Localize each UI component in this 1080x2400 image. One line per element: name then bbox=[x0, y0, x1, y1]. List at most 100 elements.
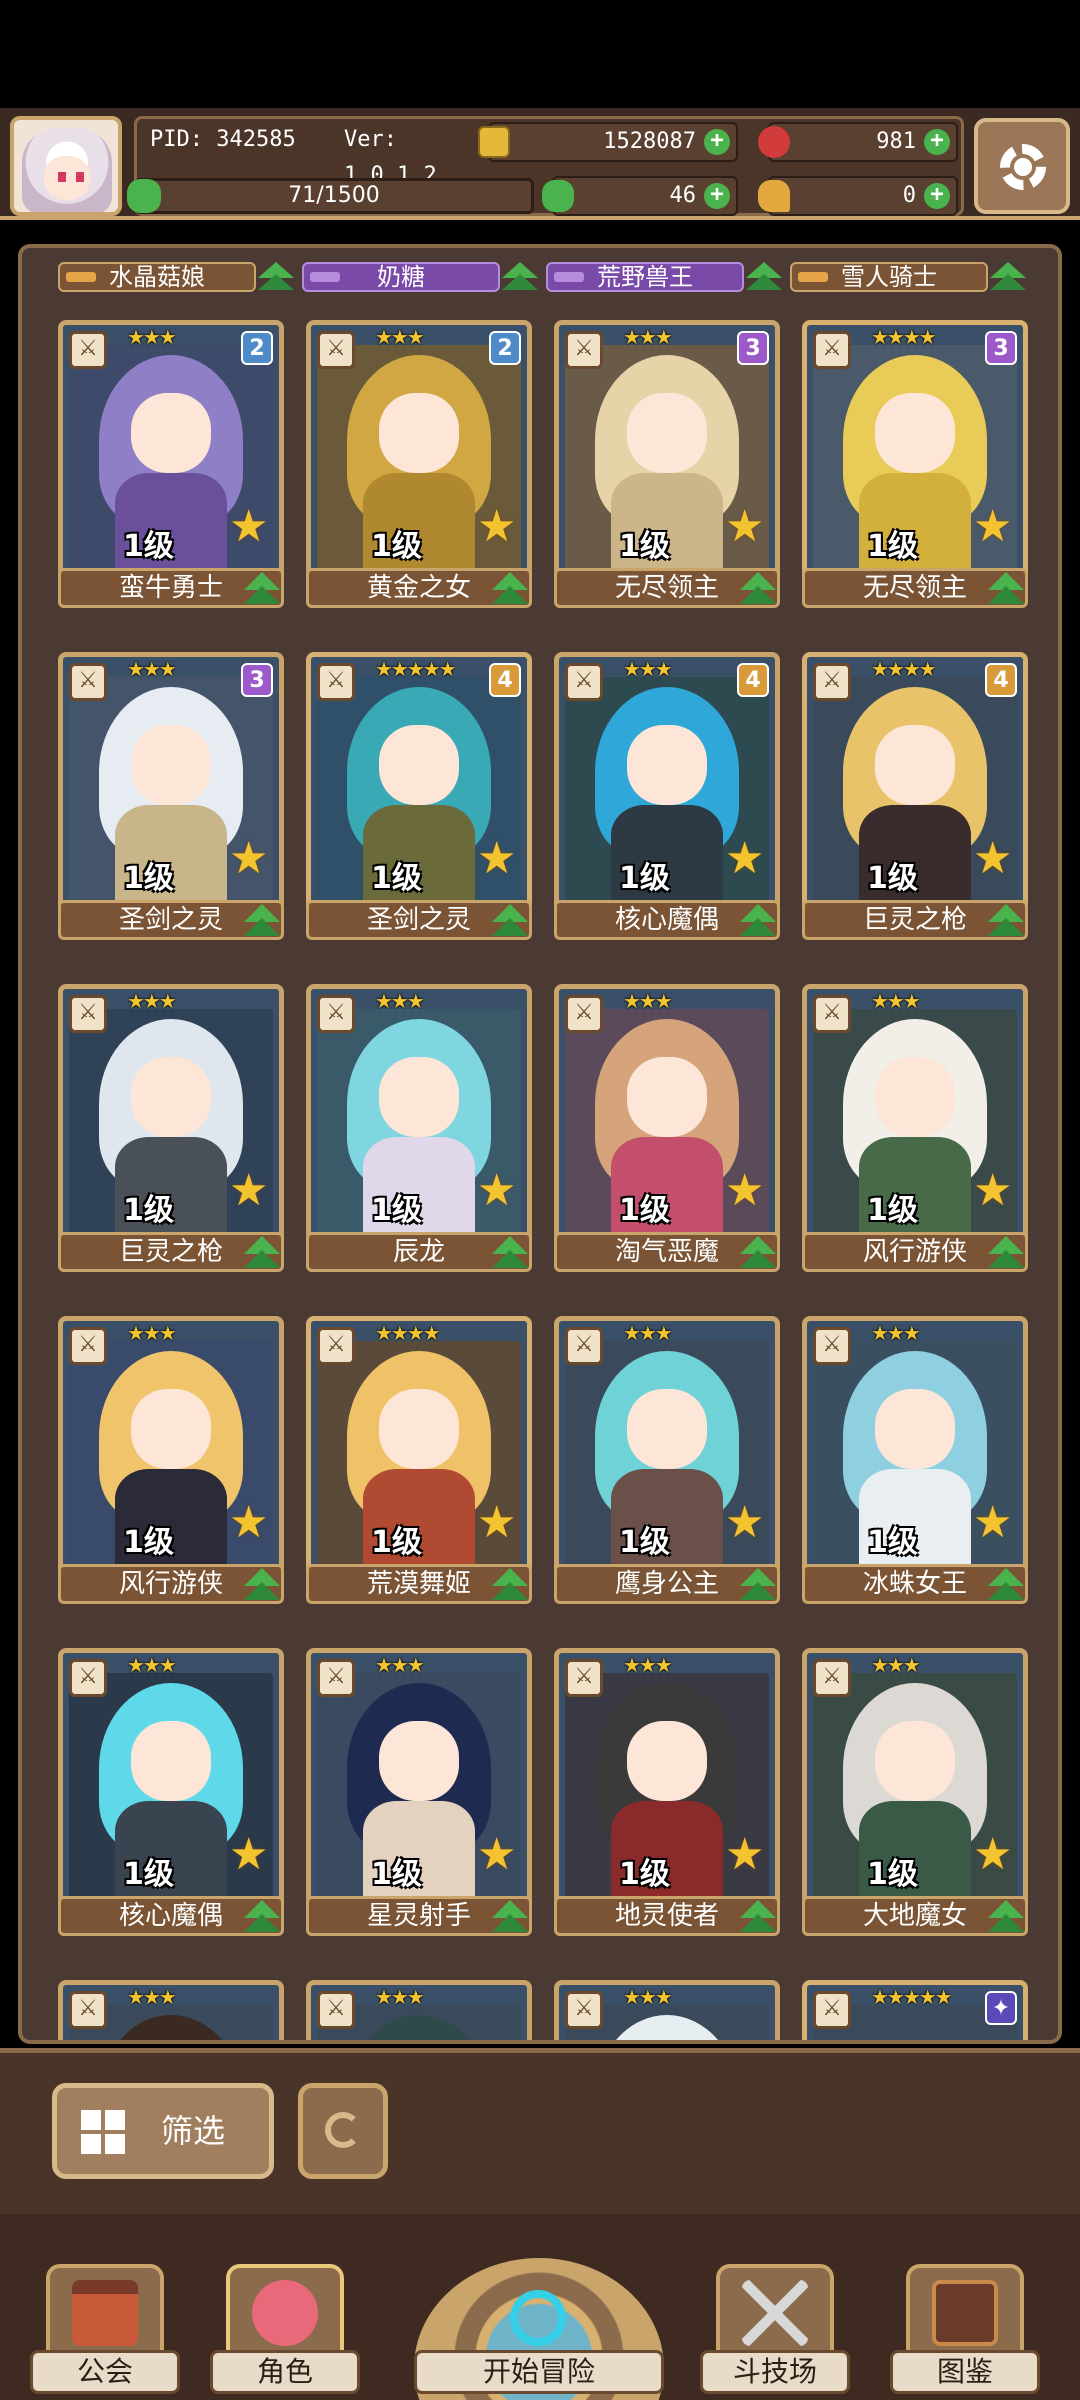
character-card[interactable]: ⚔ ★★★ bbox=[58, 1980, 284, 2040]
character-card[interactable]: ⚔ ★★★ 1级 ★ 淘气恶魔 bbox=[554, 984, 780, 1284]
character-card[interactable]: ⚔ ★★★ 3 1级 ★ 圣剑之灵 bbox=[58, 652, 284, 952]
character-card[interactable]: ⚔ ★★★ 1级 ★ 大地魔女 bbox=[802, 1648, 1028, 1948]
star-upgrade-icon[interactable]: ★ bbox=[477, 1833, 521, 1877]
upgrade-arrow-icon[interactable] bbox=[986, 1568, 1026, 1602]
upgrade-arrow-icon[interactable] bbox=[986, 1236, 1026, 1270]
character-card[interactable]: ⚔ ★★★ 1级 ★ 核心魔偶 bbox=[58, 1648, 284, 1948]
chicken-value: 0 bbox=[902, 183, 916, 208]
star-upgrade-icon[interactable]: ★ bbox=[725, 505, 769, 549]
filter-button[interactable]: 筛选 bbox=[52, 2083, 274, 2179]
upgrade-arrow-icon[interactable] bbox=[986, 572, 1026, 606]
upgrade-arrow-icon[interactable] bbox=[242, 1900, 282, 1934]
star-upgrade-icon[interactable]: ★ bbox=[229, 1833, 273, 1877]
star-upgrade-icon[interactable]: ★ bbox=[973, 1501, 1017, 1545]
upgrade-arrow-icon[interactable] bbox=[490, 1568, 530, 1602]
nav-codex[interactable]: 图鉴 bbox=[890, 2250, 1040, 2400]
settings-button[interactable] bbox=[974, 118, 1070, 214]
top-header: PID: 342585 Ver: 1.0.1.2 1528087 + 981 +… bbox=[0, 108, 1080, 220]
upgrade-arrow-icon[interactable] bbox=[986, 1900, 1026, 1934]
star-upgrade-icon[interactable]: ★ bbox=[477, 837, 521, 881]
player-avatar[interactable] bbox=[10, 116, 122, 216]
character-card[interactable]: ⚔ ★★★ 1级 ★ 地灵使者 bbox=[554, 1648, 780, 1948]
star-upgrade-icon[interactable]: ★ bbox=[725, 1501, 769, 1545]
book-icon bbox=[932, 2280, 998, 2346]
upgrade-arrow-icon[interactable] bbox=[738, 572, 778, 606]
star-upgrade-icon[interactable]: ★ bbox=[973, 505, 1017, 549]
star-upgrade-icon[interactable]: ★ bbox=[477, 1169, 521, 1213]
name-tag[interactable]: 奶糖 bbox=[302, 262, 500, 292]
add-gold-button[interactable]: + bbox=[704, 129, 730, 155]
character-card[interactable]: ⚔ ★★★ 3 1级 ★ 无尽领主 bbox=[554, 320, 780, 620]
upgrade-arrow-icon[interactable] bbox=[738, 1568, 778, 1602]
upgrade-arrow-icon[interactable] bbox=[738, 1900, 778, 1934]
class-weapon-icon: ⚔ bbox=[317, 1991, 355, 2029]
card-frame: ⚔ ★★★ 1级 ★ bbox=[306, 984, 532, 1244]
star-upgrade-icon[interactable]: ★ bbox=[973, 837, 1017, 881]
star-upgrade-icon[interactable]: ★ bbox=[973, 1169, 1017, 1213]
upgrade-arrow-icon[interactable] bbox=[738, 904, 778, 938]
upgrade-arrow-icon[interactable] bbox=[986, 904, 1026, 938]
gear-icon bbox=[1000, 144, 1046, 190]
rarity-stars: ★★★★ bbox=[375, 1321, 441, 1345]
class-weapon-icon: ⚔ bbox=[317, 331, 355, 369]
nav-guild[interactable]: 公会 bbox=[30, 2250, 180, 2400]
name-tag[interactable]: 雪人骑士 bbox=[790, 262, 988, 292]
nav-arena[interactable]: 斗技场 bbox=[700, 2250, 850, 2400]
upgrade-arrow-icon[interactable] bbox=[242, 904, 282, 938]
rarity-stars: ★★★ bbox=[623, 1653, 673, 1677]
star-upgrade-icon[interactable]: ★ bbox=[229, 505, 273, 549]
portrait-face bbox=[627, 1721, 707, 1801]
nav-adventure[interactable]: 开始冒险 bbox=[414, 2258, 664, 2400]
pid-field: PID: 342585 bbox=[140, 122, 340, 162]
add-ruby-button[interactable]: + bbox=[924, 129, 950, 155]
upgrade-arrow-icon[interactable] bbox=[490, 572, 530, 606]
star-upgrade-icon[interactable]: ★ bbox=[725, 1169, 769, 1213]
upgrade-arrow-icon[interactable] bbox=[490, 904, 530, 938]
character-card[interactable]: ⚔ ★★★ 1级 ★ 巨灵之枪 bbox=[58, 984, 284, 1284]
character-card[interactable]: ⚔ ★★★★★ ✦ bbox=[802, 1980, 1028, 2040]
portrait-hair bbox=[843, 2015, 987, 2040]
character-card[interactable]: ⚔ ★★★ 1级 ★ 冰蛛女王 bbox=[802, 1316, 1028, 1616]
character-card[interactable]: ⚔ ★★★★ 3 1级 ★ 无尽领主 bbox=[802, 320, 1028, 620]
character-card[interactable]: ⚔ ★★★★ 4 1级 ★ 巨灵之枪 bbox=[802, 652, 1028, 952]
name-tag[interactable]: 荒野兽王 bbox=[546, 262, 744, 292]
character-card[interactable]: ⚔ ★★★ 1级 ★ 辰龙 bbox=[306, 984, 532, 1284]
character-list-panel[interactable]: 水晶菇娘 奶糖 荒野兽王 雪人骑士 ⚔ ★★★ 2 1级 ★ 蛮牛勇士 ⚔ ★★★ 2 1级 ★ 黄金… bbox=[18, 244, 1062, 2044]
character-card[interactable]: ⚔ ★★★ bbox=[554, 1980, 780, 2040]
star-upgrade-icon[interactable]: ★ bbox=[477, 505, 521, 549]
portrait-face bbox=[627, 393, 707, 473]
character-card[interactable]: ⚔ ★★★ 1级 ★ 鹰身公主 bbox=[554, 1316, 780, 1616]
character-card[interactable]: ⚔ ★★★ 1级 ★ 星灵射手 bbox=[306, 1648, 532, 1948]
character-card[interactable]: ⚔ ★★★★ 1级 ★ 荒漠舞姬 bbox=[306, 1316, 532, 1616]
add-clover-button[interactable]: + bbox=[704, 183, 730, 209]
upgrade-arrow-icon[interactable] bbox=[490, 1236, 530, 1270]
upgrade-arrow-icon[interactable] bbox=[738, 1236, 778, 1270]
filter-bar: 筛选 bbox=[0, 2048, 1080, 2214]
character-level: 1级 bbox=[619, 1525, 670, 1560]
character-level: 1级 bbox=[867, 1857, 918, 1892]
upgrade-arrow-icon[interactable] bbox=[242, 1568, 282, 1602]
name-tag[interactable]: 水晶菇娘 bbox=[58, 262, 256, 292]
upgrade-arrow-icon[interactable] bbox=[242, 572, 282, 606]
star-upgrade-icon[interactable]: ★ bbox=[229, 1501, 273, 1545]
star-upgrade-icon[interactable]: ★ bbox=[229, 1169, 273, 1213]
star-upgrade-icon[interactable]: ★ bbox=[725, 837, 769, 881]
character-card[interactable]: ⚔ ★★★ 2 1级 ★ 黄金之女 bbox=[306, 320, 532, 620]
upgrade-arrow-icon[interactable] bbox=[490, 1900, 530, 1934]
character-card[interactable]: ⚔ ★★★ 2 1级 ★ 蛮牛勇士 bbox=[58, 320, 284, 620]
character-level: 1级 bbox=[371, 861, 422, 896]
star-upgrade-icon[interactable]: ★ bbox=[973, 1833, 1017, 1877]
character-card[interactable]: ⚔ ★★★ bbox=[306, 1980, 532, 2040]
star-upgrade-icon[interactable]: ★ bbox=[477, 1501, 521, 1545]
portrait-face bbox=[131, 1721, 211, 1801]
star-upgrade-icon[interactable]: ★ bbox=[725, 1833, 769, 1877]
add-chicken-button[interactable]: + bbox=[924, 183, 950, 209]
upgrade-arrow-icon[interactable] bbox=[242, 1236, 282, 1270]
character-card[interactable]: ⚔ ★★★ 1级 ★ 风行游侠 bbox=[58, 1316, 284, 1616]
character-card[interactable]: ⚔ ★★★ 4 1级 ★ 核心魔偶 bbox=[554, 652, 780, 952]
refresh-button[interactable] bbox=[298, 2083, 388, 2179]
nav-character[interactable]: 角色 bbox=[210, 2250, 360, 2400]
character-card[interactable]: ⚔ ★★★ 1级 ★ 风行游侠 bbox=[802, 984, 1028, 1284]
character-card[interactable]: ⚔ ★★★★★ 4 1级 ★ 圣剑之灵 bbox=[306, 652, 532, 952]
star-upgrade-icon[interactable]: ★ bbox=[229, 837, 273, 881]
